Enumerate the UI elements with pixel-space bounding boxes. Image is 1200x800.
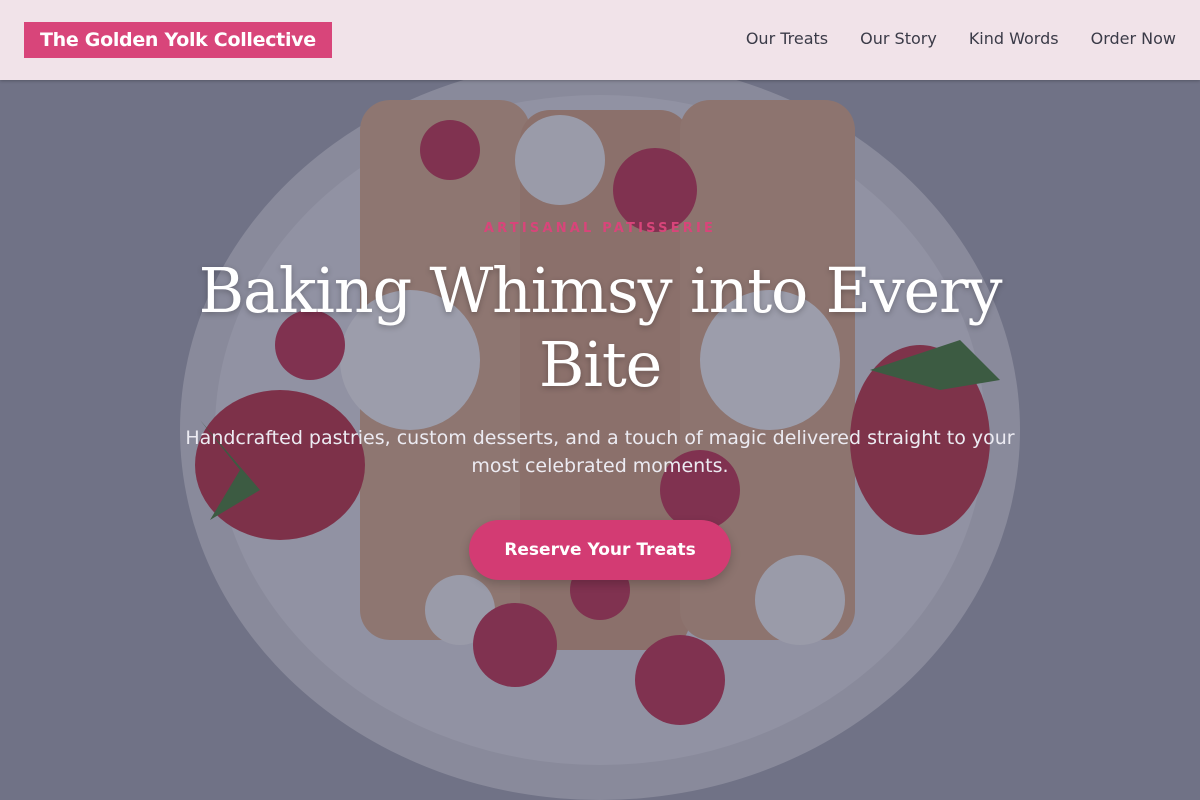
nav-link-our-treats[interactable]: Our Treats — [746, 27, 828, 51]
site-header: The Golden Yolk Collective Our Treats Ou… — [0, 0, 1200, 80]
main-nav: Our Treats Our Story Kind Words Order No… — [746, 27, 1176, 51]
hero-subheadline: Handcrafted pastries, custom desserts, a… — [185, 427, 1015, 477]
reserve-treats-button[interactable]: Reserve Your Treats — [469, 520, 731, 580]
nav-link-our-story[interactable]: Our Story — [860, 27, 937, 51]
nav-link-kind-words[interactable]: Kind Words — [969, 27, 1059, 51]
hero-eyebrow: ARTISANAL PATISSERIE — [483, 221, 717, 236]
hero-section: ARTISANAL PATISSERIE Baking Whimsy into … — [0, 0, 1200, 800]
nav-link-order-now[interactable]: Order Now — [1091, 27, 1176, 51]
hero-headline: Baking Whimsy into Every Bite — [198, 254, 1003, 401]
brand-logo[interactable]: The Golden Yolk Collective — [24, 22, 332, 58]
